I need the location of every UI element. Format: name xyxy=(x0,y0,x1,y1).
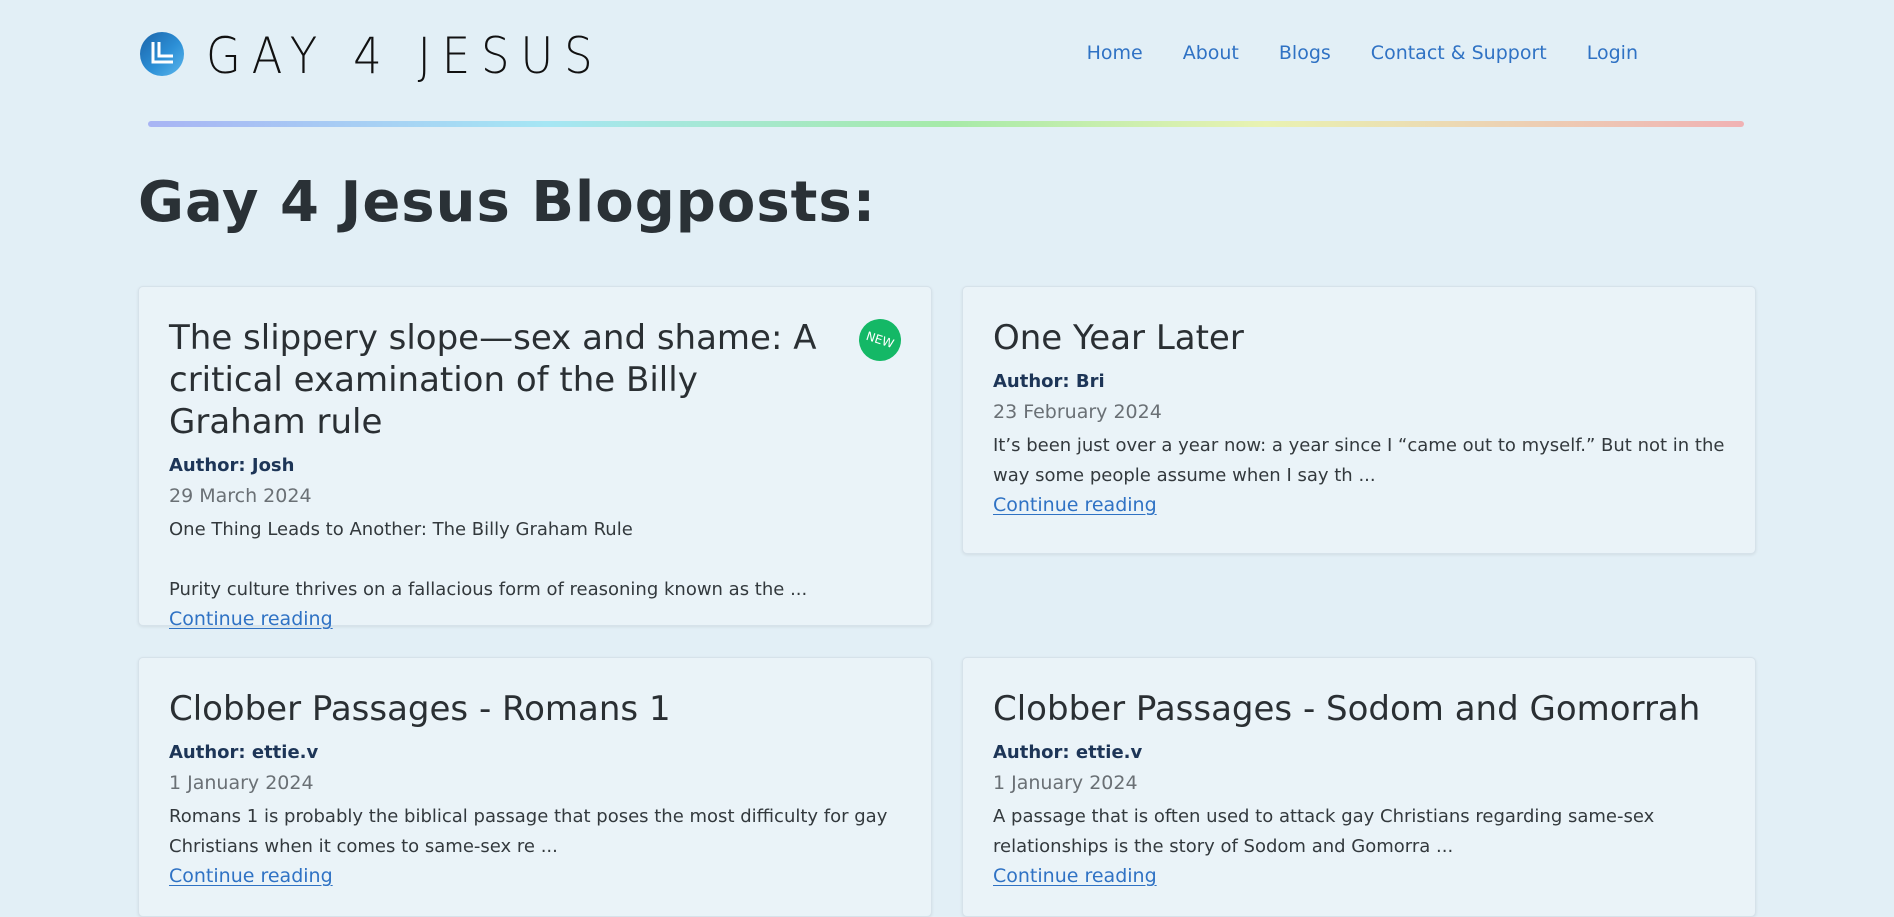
nav-login-link[interactable]: Login xyxy=(1587,42,1638,64)
post-title[interactable]: The slippery slope—sex and shame: A crit… xyxy=(169,317,901,443)
logo-icon[interactable] xyxy=(140,32,184,76)
post-card: Clobber Passages - Sodom and Gomorrah Au… xyxy=(962,657,1756,917)
nav-home-link[interactable]: Home xyxy=(1087,42,1143,64)
post-card: One Year Later Author: Bri 23 February 2… xyxy=(962,286,1756,554)
continue-reading-link[interactable]: Continue reading xyxy=(993,491,1157,519)
post-date: 1 January 2024 xyxy=(169,772,314,794)
post-excerpt: Romans 1 is probably the biblical passag… xyxy=(169,806,888,857)
rainbow-divider xyxy=(148,121,1744,127)
continue-reading-link[interactable]: Continue reading xyxy=(993,862,1157,890)
post-author: Author: Bri xyxy=(993,371,1105,392)
post-author: Author: ettie.v xyxy=(169,742,319,763)
post-excerpt: A passage that is often used to attack g… xyxy=(993,806,1655,857)
nav-about-link[interactable]: About xyxy=(1183,42,1239,64)
post-date: 1 January 2024 xyxy=(993,772,1138,794)
post-card: NEW The slippery slope—sex and shame: A … xyxy=(138,286,932,630)
nav-contact-link[interactable]: Contact & Support xyxy=(1371,42,1547,64)
site-header: GAY 4 JESUS Home About Blogs Contact & S… xyxy=(140,26,1740,88)
continue-reading-link[interactable]: Continue reading xyxy=(169,605,333,633)
post-author: Author: ettie.v xyxy=(993,742,1143,763)
main-nav: Home About Blogs Contact & Support Login xyxy=(1087,42,1638,64)
post-title[interactable]: One Year Later xyxy=(993,317,1725,359)
post-excerpt: It’s been just over a year now: a year s… xyxy=(993,435,1725,486)
post-title[interactable]: Clobber Passages - Romans 1 xyxy=(169,688,901,730)
page-title: Gay 4 Jesus Blogposts: xyxy=(138,170,877,235)
site-logo-text[interactable]: GAY 4 JESUS xyxy=(206,26,603,86)
post-date: 23 February 2024 xyxy=(993,401,1162,423)
post-title[interactable]: Clobber Passages - Sodom and Gomorrah xyxy=(993,688,1725,730)
continue-reading-link[interactable]: Continue reading xyxy=(169,862,333,890)
post-excerpt: One Thing Leads to Another: The Billy Gr… xyxy=(169,519,808,600)
nav-blogs-link[interactable]: Blogs xyxy=(1279,42,1331,64)
post-card: Clobber Passages - Romans 1 Author: etti… xyxy=(138,657,932,917)
post-author: Author: Josh xyxy=(169,455,295,476)
post-date: 29 March 2024 xyxy=(169,485,312,507)
